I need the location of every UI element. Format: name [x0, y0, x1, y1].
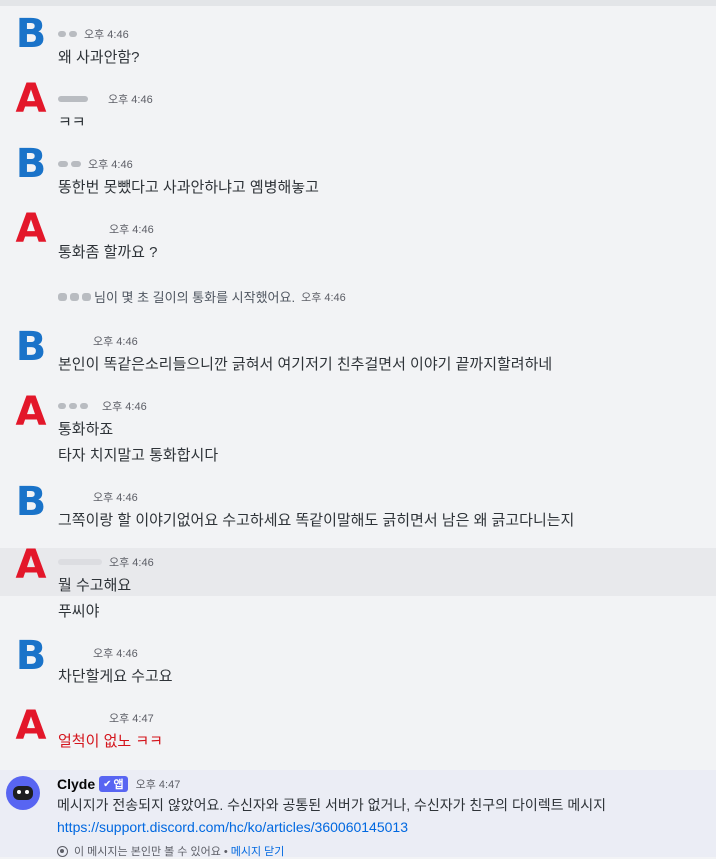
timestamp[interactable]: 오후 4:46 [88, 156, 133, 172]
timestamp[interactable]: 오후 4:46 [301, 289, 346, 305]
clyde-robot-icon [13, 786, 33, 800]
message-text: 왜 사과안함? [58, 49, 140, 66]
message-text: 타자 치지말고 통화합시다 [58, 447, 219, 464]
verified-check-icon: ✔ [103, 778, 112, 790]
message-header: 오후 4:46 [58, 221, 154, 237]
username-redacted [69, 403, 77, 409]
timestamp[interactable]: 오후 4:46 [93, 333, 138, 349]
username-redacted[interactable] [58, 338, 86, 344]
message-header: 오후 4:46 [58, 398, 147, 414]
timestamp[interactable]: 오후 4:47 [136, 776, 181, 792]
message-text: 그쪽이랑 할 이야기없어요 수고하세요 똑같이말해도 긁히면서 남은 왜 긁고다… [58, 512, 575, 529]
clyde-eye [25, 790, 29, 794]
username-redacted[interactable] [58, 292, 67, 301]
avatar[interactable]: A [14, 207, 48, 251]
top-divider [0, 0, 716, 6]
clyde-username[interactable]: Clyde [57, 776, 95, 792]
avatar[interactable]: A [14, 77, 48, 121]
system-text: 님이 몇 초 길이의 통화를 시작했어요. [94, 290, 296, 305]
username-redacted[interactable] [58, 31, 66, 37]
message-header: 오후 4:46 [58, 156, 133, 172]
avatar[interactable]: B [14, 634, 48, 678]
avatar[interactable]: A [14, 390, 48, 434]
username-redacted[interactable] [58, 650, 86, 656]
message-header: 오후 4:46 [58, 333, 138, 349]
support-link[interactable]: https://support.discord.com/hc/ko/articl… [57, 819, 408, 835]
app-badge-label: 앱 [113, 779, 124, 791]
username-redacted [80, 403, 88, 409]
avatar[interactable]: B [14, 480, 48, 524]
clyde-eye [17, 790, 21, 794]
username-redacted[interactable] [58, 161, 68, 167]
avatar[interactable]: B [14, 325, 48, 369]
username-redacted [70, 292, 79, 301]
timestamp[interactable]: 오후 4:46 [108, 91, 153, 107]
avatar[interactable]: A [14, 543, 48, 587]
username-redacted[interactable] [58, 226, 102, 232]
message-text-failed: 얼척이 없노 ㅋㅋ [58, 733, 163, 750]
timestamp[interactable]: 오후 4:47 [109, 710, 154, 726]
avatar[interactable]: A [14, 704, 48, 748]
message-text: 본인이 똑같은소리들으니깐 긁혀서 여기저기 친추걸면서 이야기 끝까지할려하네 [58, 356, 553, 373]
clyde-avatar[interactable] [6, 776, 40, 810]
message-text: 통화좀 할까요 ? [58, 244, 158, 261]
username-redacted[interactable] [58, 96, 88, 102]
message-header: 오후 4:47 [58, 710, 154, 726]
username-redacted [82, 292, 91, 301]
message-header: 오후 4:46 [58, 489, 138, 505]
username-redacted [69, 31, 77, 37]
app-badge: ✔ 앱 [99, 776, 128, 792]
avatar[interactable]: B [14, 142, 48, 186]
message-text: 통화하죠 [58, 421, 114, 438]
clyde-message-text: 메시지가 전송되지 않았어요. 수신자와 공통된 서버가 없거나, 수신자가 친… [57, 797, 606, 813]
message-text: 차단할게요 수고요 [58, 668, 173, 685]
eye-icon [57, 845, 68, 857]
username-redacted[interactable] [58, 559, 102, 565]
message-text: 뭘 수고해요 [58, 577, 132, 594]
timestamp[interactable]: 오후 4:46 [102, 398, 147, 414]
username-redacted[interactable] [58, 494, 86, 500]
message-text: ㅋㅋ [58, 114, 86, 131]
message-header: 오후 4:46 [58, 26, 129, 42]
timestamp[interactable]: 오후 4:46 [93, 489, 138, 505]
username-redacted[interactable] [58, 715, 102, 721]
message-text: 똥한번 못뺐다고 사과안하냐고 옘병해놓고 [58, 179, 319, 196]
message-header: 오후 4:46 [58, 554, 154, 570]
timestamp[interactable]: 오후 4:46 [84, 26, 129, 42]
message-text: 푸씨야 [58, 603, 100, 620]
username-redacted[interactable] [58, 403, 66, 409]
timestamp[interactable]: 오후 4:46 [109, 221, 154, 237]
timestamp[interactable]: 오후 4:46 [109, 554, 154, 570]
timestamp[interactable]: 오후 4:46 [93, 645, 138, 661]
clyde-header: Clyde ✔ 앱 오후 4:47 [57, 776, 180, 792]
call-system-message: 님이 몇 초 길이의 통화를 시작했어요. 오후 4:46 [58, 287, 346, 306]
message-header: 오후 4:46 [58, 91, 153, 107]
avatar[interactable]: B [14, 12, 48, 56]
username-redacted [71, 161, 81, 167]
message-header: 오후 4:46 [58, 645, 138, 661]
